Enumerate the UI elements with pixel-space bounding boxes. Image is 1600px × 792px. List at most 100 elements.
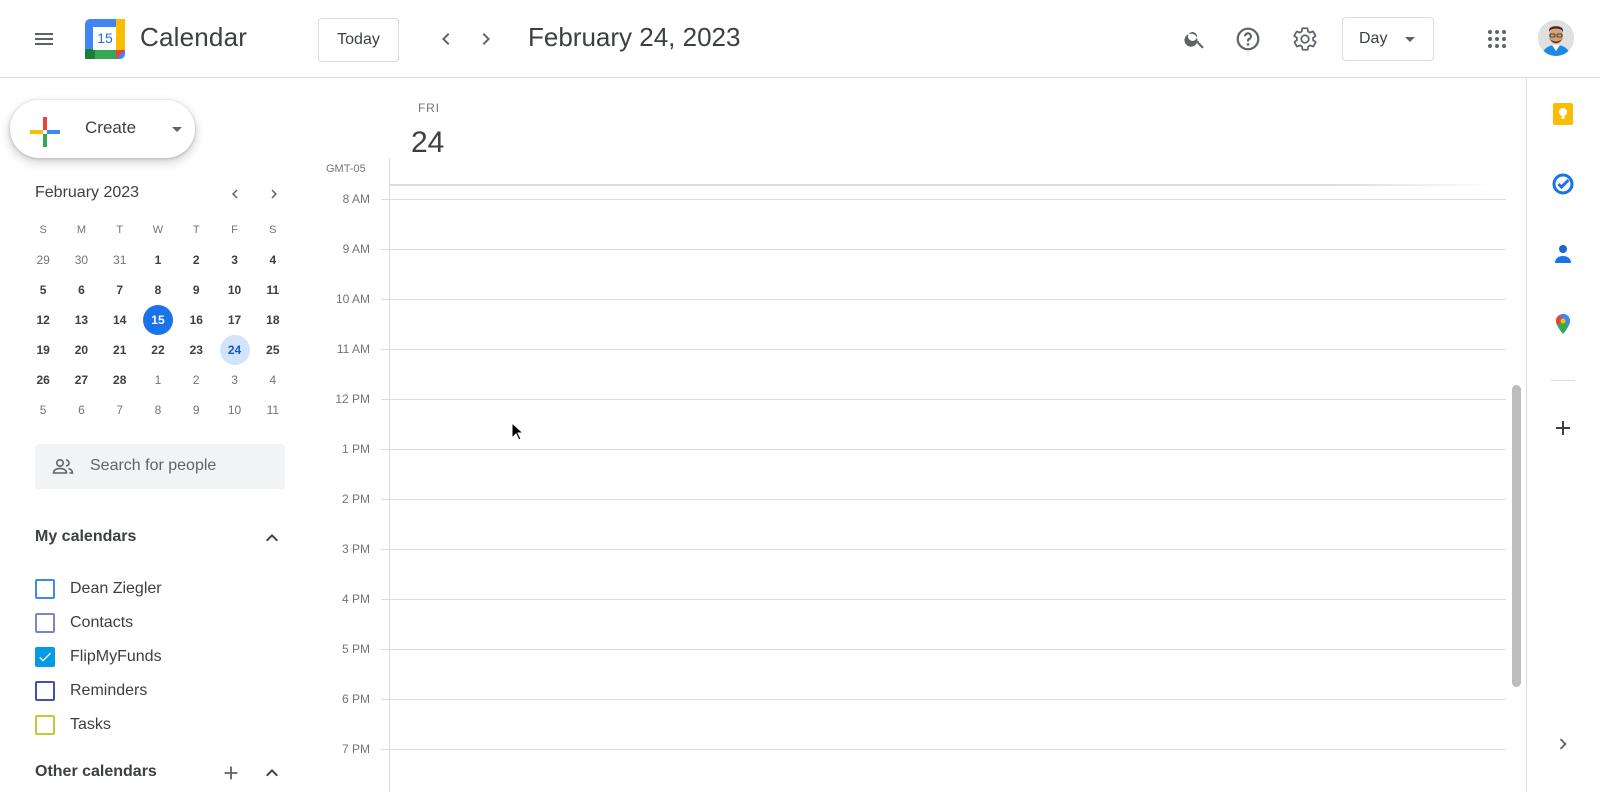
- mini-day-cell[interactable]: 12: [24, 305, 62, 335]
- expand-chevron-icon[interactable]: [1543, 724, 1583, 764]
- mini-day-cell[interactable]: 30: [62, 245, 100, 275]
- mini-day-cell[interactable]: 3: [215, 365, 253, 395]
- mini-day-number: 5: [39, 283, 47, 297]
- calendar-item-tasks[interactable]: Tasks: [35, 708, 111, 742]
- checkbox-unchecked[interactable]: [35, 579, 55, 599]
- mini-day-cell[interactable]: 4: [254, 245, 292, 275]
- mini-day-cell[interactable]: 10: [215, 395, 253, 425]
- mini-day-cell[interactable]: 13: [62, 305, 100, 335]
- mini-day-cell[interactable]: 24: [215, 335, 253, 365]
- mini-day-cell[interactable]: 16: [177, 305, 215, 335]
- mini-day-number: 12: [36, 313, 50, 327]
- mini-next-month-icon[interactable]: [261, 181, 287, 207]
- mini-day-cell[interactable]: 19: [24, 335, 62, 365]
- mini-day-number: 21: [113, 343, 127, 357]
- mini-day-number: 15: [142, 305, 173, 335]
- mini-day-cell[interactable]: 15: [139, 305, 177, 335]
- add-icon[interactable]: [1543, 408, 1583, 448]
- checkbox-unchecked[interactable]: [35, 715, 55, 735]
- search-icon[interactable]: [1175, 19, 1215, 59]
- mini-day-cell[interactable]: 2: [177, 245, 215, 275]
- next-period-icon[interactable]: [466, 19, 506, 59]
- mini-day-cell[interactable]: 27: [62, 365, 100, 395]
- hour-label: 12 PM: [335, 392, 370, 406]
- checkbox-unchecked[interactable]: [35, 613, 55, 633]
- mini-day-number: 11: [266, 283, 280, 297]
- mini-day-cell[interactable]: 6: [62, 395, 100, 425]
- mini-week-row: 5 6 7 8 9 10 11: [24, 275, 292, 305]
- calendar-item-contacts[interactable]: Contacts: [35, 606, 133, 640]
- mini-day-cell[interactable]: 2: [177, 365, 215, 395]
- mini-day-number: 4: [269, 373, 277, 387]
- mini-day-cell[interactable]: 20: [62, 335, 100, 365]
- view-selector-dropdown[interactable]: Day: [1342, 17, 1434, 61]
- mini-day-cell[interactable]: 11: [254, 275, 292, 305]
- mini-day-cell[interactable]: 7: [101, 395, 139, 425]
- day-number[interactable]: 24: [411, 126, 444, 160]
- mini-day-number: 10: [227, 403, 242, 417]
- mini-day-cell[interactable]: 5: [24, 395, 62, 425]
- help-icon[interactable]: [1228, 19, 1268, 59]
- apps-grid-icon[interactable]: [1477, 19, 1517, 59]
- mini-day-cell[interactable]: 14: [101, 305, 139, 335]
- mini-day-cell[interactable]: 26: [24, 365, 62, 395]
- mini-day-cell[interactable]: 5: [24, 275, 62, 305]
- time-gutter-divider: [389, 158, 390, 792]
- keep-icon[interactable]: [1543, 94, 1583, 134]
- main-menu-icon[interactable]: [24, 19, 64, 59]
- mini-day-cell[interactable]: 17: [215, 305, 253, 335]
- mini-day-number: 6: [78, 403, 85, 417]
- hour-tick: [381, 399, 390, 400]
- mini-day-cell[interactable]: 21: [101, 335, 139, 365]
- mini-day-cell[interactable]: 9: [177, 395, 215, 425]
- calendar-item-dean-ziegler[interactable]: Dean Ziegler: [35, 572, 162, 606]
- contacts-icon[interactable]: [1543, 234, 1583, 274]
- mini-day-cell[interactable]: 6: [62, 275, 100, 305]
- today-button[interactable]: Today: [318, 18, 399, 62]
- hour-gridline: [390, 699, 1506, 700]
- mini-day-cell[interactable]: 9: [177, 275, 215, 305]
- hour-tick: [381, 649, 390, 650]
- mini-day-cell[interactable]: 31: [101, 245, 139, 275]
- settings-gear-icon[interactable]: [1285, 19, 1325, 59]
- mini-day-cell[interactable]: 4: [254, 365, 292, 395]
- add-other-calendar-icon[interactable]: [220, 762, 242, 784]
- search-people-field[interactable]: Search for people: [35, 444, 285, 489]
- mini-day-cell[interactable]: 1: [139, 245, 177, 275]
- mini-prev-month-icon[interactable]: [222, 181, 248, 207]
- collapse-other-calendars-icon[interactable]: [260, 761, 284, 785]
- maps-icon[interactable]: [1543, 304, 1583, 344]
- checkbox-unchecked[interactable]: [35, 681, 55, 701]
- mini-day-cell[interactable]: 18: [254, 305, 292, 335]
- previous-period-icon[interactable]: [426, 19, 466, 59]
- hour-tick: [381, 549, 390, 550]
- mini-day-cell[interactable]: 29: [24, 245, 62, 275]
- mini-day-cell[interactable]: 28: [101, 365, 139, 395]
- mini-week-row: 19 20 21 22 23 24 25: [24, 335, 292, 365]
- collapse-my-calendars-icon[interactable]: [260, 526, 284, 550]
- mini-day-number: 2: [192, 253, 200, 267]
- tasks-icon[interactable]: [1543, 164, 1583, 204]
- create-dropdown-caret-icon[interactable]: [172, 127, 182, 132]
- mini-day-cell[interactable]: 3: [215, 245, 253, 275]
- mini-day-cell[interactable]: 23: [177, 335, 215, 365]
- hour-label: 1 PM: [341, 442, 370, 456]
- hour-gridline: [390, 599, 1506, 600]
- calendar-item-flipmyfunds[interactable]: FlipMyFunds: [35, 640, 162, 674]
- mini-day-cell[interactable]: 22: [139, 335, 177, 365]
- mini-day-cell[interactable]: 10: [215, 275, 253, 305]
- top-header: 15 Calendar Today February 24, 2023 Day: [0, 0, 1600, 78]
- checkbox-checked[interactable]: [35, 647, 55, 667]
- mini-day-number: 22: [151, 343, 165, 357]
- mini-day-cell[interactable]: 11: [254, 395, 292, 425]
- mini-day-cell[interactable]: 25: [254, 335, 292, 365]
- mini-day-cell[interactable]: 8: [139, 275, 177, 305]
- mini-day-cell[interactable]: 8: [139, 395, 177, 425]
- hour-label: 11 AM: [336, 342, 370, 356]
- mini-day-cell[interactable]: 7: [101, 275, 139, 305]
- create-button[interactable]: Create: [10, 100, 195, 158]
- user-avatar[interactable]: [1538, 20, 1574, 56]
- mini-day-cell[interactable]: 1: [139, 365, 177, 395]
- vertical-scrollbar[interactable]: [1512, 385, 1521, 687]
- calendar-item-reminders[interactable]: Reminders: [35, 674, 147, 708]
